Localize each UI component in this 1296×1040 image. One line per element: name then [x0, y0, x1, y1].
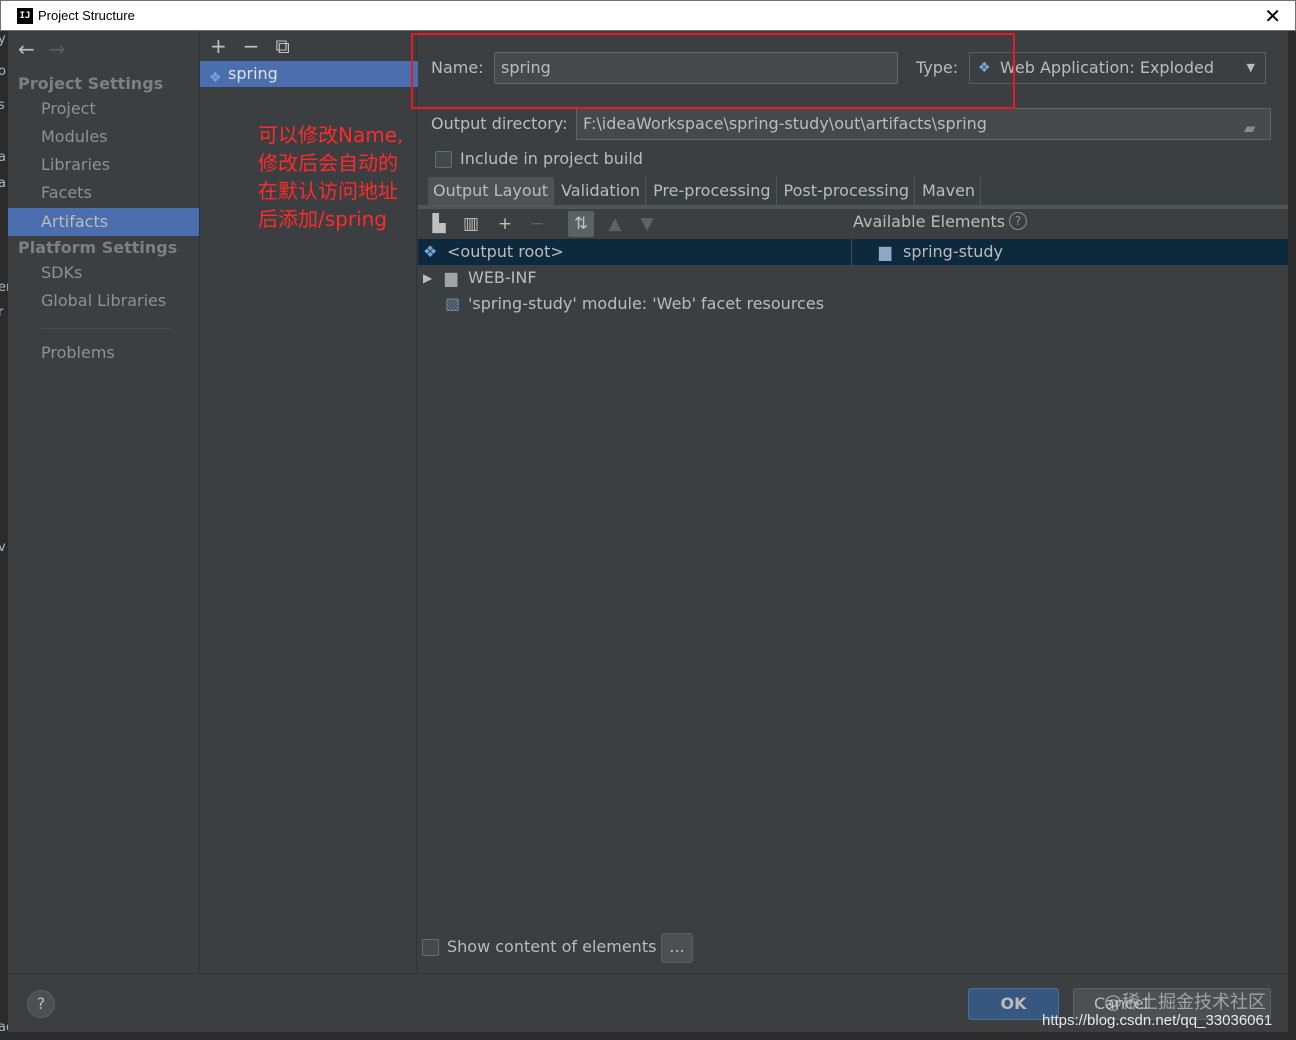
available-elements-label: Available Elements: [853, 212, 1006, 231]
settings-navigation: ← → Project Settings Project Modules Libr…: [8, 31, 199, 973]
add-copy-icon[interactable]: +: [492, 211, 518, 237]
tree-row-label: <output root>: [447, 242, 564, 261]
tree-row-label: WEB-INF: [468, 268, 537, 287]
edge-fragment: y: [0, 32, 6, 47]
nav-item-libraries[interactable]: Libraries: [8, 151, 199, 179]
artifact-item-label: spring: [228, 64, 278, 83]
tab-validation[interactable]: Validation: [556, 177, 647, 205]
type-label: Type:: [916, 58, 959, 77]
web-artifact-icon: ❖: [978, 60, 991, 76]
output-directory-field[interactable]: F:\ideaWorkspace\spring-study\out\artifa…: [576, 108, 1271, 140]
nav-item-facets[interactable]: Facets: [8, 179, 199, 207]
type-select-value: Web Application: Exploded: [1000, 58, 1214, 77]
name-label: Name:: [431, 58, 484, 77]
sort-elements-icon[interactable]: ⇅: [568, 211, 594, 237]
tree-row-web-facet-resources[interactable]: ▧ 'spring-study' module: 'Web' facet res…: [418, 291, 851, 317]
watermark-community-text: @稀土掘金技术社区: [1104, 992, 1266, 1013]
edge-fragment: er: [0, 280, 8, 295]
web-artifact-icon: ❖: [209, 70, 222, 86]
add-icon[interactable]: +: [210, 34, 227, 58]
available-row-spring-study[interactable]: ▆ spring-study: [851, 239, 1288, 265]
forward-arrow-icon[interactable]: →: [49, 37, 66, 61]
edge-fragment: a: [0, 176, 6, 191]
help-button[interactable]: ?: [27, 990, 55, 1018]
tree-row-output-root[interactable]: ❖ <output root>: [418, 239, 851, 265]
artifact-detail-panel: Name: spring Type: ❖ Web Application: Ex…: [418, 31, 1288, 973]
edge-fragment: o: [0, 64, 6, 79]
available-row-label: spring-study: [903, 242, 1003, 261]
tree-row-web-inf[interactable]: ▶ ▆ WEB-INF: [418, 265, 851, 291]
intellij-app-icon: IJ: [17, 8, 33, 24]
history-arrows: ← →: [18, 37, 80, 61]
window-titlebar: IJ Project Structure ✕: [0, 0, 1296, 31]
nav-item-artifacts[interactable]: Artifacts: [8, 208, 199, 236]
background-window-edge-bottom: [0, 1032, 1296, 1040]
include-in-build-checkbox[interactable]: [435, 151, 452, 168]
back-arrow-icon[interactable]: ←: [18, 37, 35, 61]
copy-icon[interactable]: ⧉: [276, 34, 290, 58]
remove-icon[interactable]: −: [243, 34, 260, 58]
window-title: Project Structure: [38, 8, 135, 23]
question-circle-icon[interactable]: ?: [1009, 212, 1028, 230]
type-select[interactable]: ❖ Web Application: Exploded ▼: [969, 52, 1266, 84]
artifact-tabs: Output Layout Validation Pre-processing …: [428, 177, 983, 205]
output-directory-label: Output directory:: [431, 114, 568, 133]
nav-item-modules[interactable]: Modules: [8, 123, 199, 151]
web-facet-icon: ▧: [445, 294, 461, 313]
remove-element-icon[interactable]: −: [524, 211, 550, 237]
nav-item-project[interactable]: Project: [8, 95, 199, 123]
create-directory-icon[interactable]: ▙: [426, 211, 452, 237]
artifact-root-icon: ❖: [423, 242, 438, 261]
move-down-icon[interactable]: ▼: [634, 211, 660, 237]
edge-fragment: a: [0, 150, 6, 165]
available-elements-heading: Available Elements?: [853, 212, 1028, 231]
move-up-icon[interactable]: ▲: [602, 211, 628, 237]
tree-row-label: 'spring-study' module: 'Web' facet resou…: [468, 294, 825, 313]
watermark-url-text: https://blog.csdn.net/qq_33036061: [1042, 1012, 1273, 1029]
module-folder-icon: ▆: [879, 242, 892, 261]
show-content-checkbox[interactable]: [422, 939, 439, 956]
artifact-item-spring[interactable]: ❖ spring: [200, 61, 418, 87]
output-directory-value: F:\ideaWorkspace\spring-study\out\artifa…: [583, 114, 987, 133]
background-window-edge-right: [1288, 31, 1296, 1040]
create-archive-icon[interactable]: ▥: [458, 211, 484, 237]
tab-underline: [418, 205, 1288, 209]
close-icon[interactable]: ✕: [1264, 4, 1281, 28]
nav-item-problems[interactable]: Problems: [8, 339, 199, 367]
include-in-build-label: Include in project build: [460, 149, 643, 168]
tree-split-divider[interactable]: [851, 239, 852, 267]
background-window-edge: y o s a a er r v ag: [0, 31, 8, 1040]
nav-divider: [41, 328, 171, 329]
nav-item-sdks[interactable]: SDKs: [8, 259, 199, 287]
artifact-list-panel: + − ⧉ ❖ spring 可以修改Name,修改后会自动的在默认访问地址后添加/…: [199, 31, 418, 973]
edge-fragment: v: [0, 540, 6, 555]
red-annotation-text: 可以修改Name,修改后会自动的在默认访问地址后添加/spring: [258, 123, 404, 231]
tab-output-layout[interactable]: Output Layout: [428, 177, 555, 205]
more-options-button[interactable]: ...: [661, 933, 693, 963]
platform-settings-heading: Platform Settings: [18, 238, 178, 257]
nav-item-global-libraries[interactable]: Global Libraries: [8, 287, 199, 315]
tab-pre-processing[interactable]: Pre-processing: [648, 177, 777, 205]
tab-post-processing[interactable]: Post-processing: [779, 177, 915, 205]
expand-arrow-icon[interactable]: ▶: [423, 265, 432, 291]
artifact-toolbar: + − ⧉: [210, 34, 306, 58]
edge-fragment: r: [0, 305, 4, 320]
chevron-down-icon: ▼: [1246, 61, 1255, 74]
project-settings-heading: Project Settings: [18, 74, 164, 93]
browse-folder-icon[interactable]: ▰: [1244, 113, 1264, 137]
edge-fragment: s: [0, 98, 5, 113]
name-field[interactable]: spring: [494, 52, 898, 84]
folder-icon: ▆: [445, 268, 458, 287]
tab-maven[interactable]: Maven: [917, 177, 982, 205]
show-content-label: Show content of elements: [447, 937, 657, 956]
